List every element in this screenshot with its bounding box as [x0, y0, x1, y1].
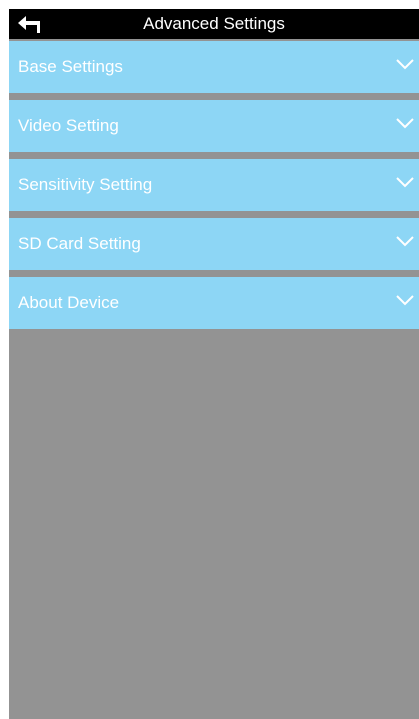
- menu-item-label: SD Card Setting: [18, 234, 141, 253]
- menu-item-about-device[interactable]: About Device: [9, 277, 419, 329]
- menu-item-sensitivity-setting[interactable]: Sensitivity Setting: [9, 159, 419, 211]
- app-screen: Advanced Settings Base Settings Video Se…: [9, 9, 419, 719]
- chevron-down-icon: [396, 118, 414, 129]
- back-arrow-icon: [18, 16, 40, 33]
- menu-item-label: Video Setting: [18, 116, 119, 135]
- menu-item-sd-card-setting[interactable]: SD Card Setting: [9, 218, 419, 270]
- chevron-down-icon: [396, 236, 414, 247]
- page-title: Advanced Settings: [143, 14, 285, 33]
- menu-item-label: Sensitivity Setting: [18, 175, 153, 194]
- back-button[interactable]: [15, 11, 43, 37]
- chevron-down-icon: [396, 59, 414, 70]
- settings-menu: Base Settings Video Setting Sensitivity …: [9, 41, 419, 329]
- menu-item-video-setting[interactable]: Video Setting: [9, 100, 419, 152]
- chevron-down-icon: [396, 295, 414, 306]
- title-bar: Advanced Settings: [9, 9, 419, 39]
- menu-item-base-settings[interactable]: Base Settings: [9, 41, 419, 93]
- menu-item-label: Base Settings: [18, 57, 123, 76]
- menu-item-label: About Device: [18, 293, 120, 312]
- chevron-down-icon: [396, 177, 414, 188]
